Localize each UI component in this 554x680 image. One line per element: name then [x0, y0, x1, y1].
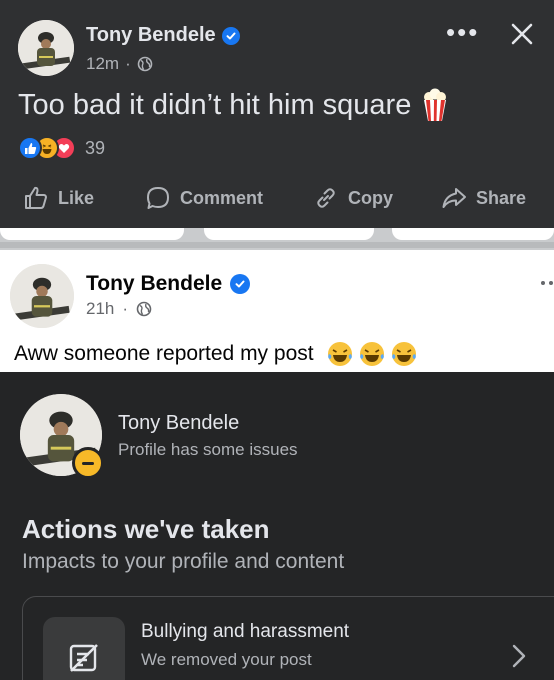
like-label: Like — [58, 187, 95, 208]
meta-separator: · — [122, 299, 129, 318]
globe-icon — [137, 56, 153, 72]
violation-title: Bullying and harassment — [141, 621, 350, 642]
warning-badge-icon — [72, 447, 104, 479]
close-icon[interactable] — [508, 20, 536, 48]
copy-label: Copy — [348, 187, 393, 208]
post-meta: 12m · — [86, 54, 153, 74]
next-card-edge — [0, 228, 184, 240]
post-time[interactable]: 12m — [86, 54, 119, 74]
meta-separator: · — [125, 54, 131, 73]
profile-status: Profile has some issues — [118, 440, 298, 459]
post-text: Aww someone reported my post — [14, 340, 418, 368]
comment-button[interactable]: Comment — [144, 178, 263, 218]
post-text-content: Too bad it didn’t hit him square — [18, 88, 412, 121]
author-name[interactable]: Tony Bendele — [86, 24, 240, 47]
verified-badge-icon — [230, 274, 251, 294]
avatar[interactable] — [10, 264, 74, 328]
thumbs-up-icon — [25, 186, 47, 209]
comment-label: Comment — [180, 187, 264, 208]
share-button[interactable]: Share — [440, 178, 526, 218]
tears-of-joy-emoji-icon — [327, 342, 352, 366]
avatar[interactable] — [18, 20, 74, 76]
screenshot-collage: Tony Bendele 12m · ••• Too bad it didn’t… — [0, 0, 554, 680]
chevron-right-icon[interactable] — [509, 641, 529, 671]
comment-bubble-icon — [147, 187, 169, 209]
next-card-edge — [392, 228, 554, 240]
violation-item[interactable]: Bullying and harassment We removed your … — [22, 596, 554, 680]
removed-post-icon — [43, 617, 125, 680]
more-options-icon[interactable] — [540, 266, 554, 292]
post-action-bar: Like Comment Copy Share — [0, 178, 554, 218]
divider-bar — [0, 242, 554, 248]
post-text-content: Aww someone reported my post — [14, 342, 314, 365]
reaction-count[interactable]: 39 — [85, 138, 105, 159]
globe-icon — [136, 301, 152, 317]
link-icon — [317, 188, 335, 208]
reaction-summary[interactable]: 39 — [18, 136, 105, 160]
like-reaction-icon — [18, 136, 42, 160]
post-time[interactable]: 21h — [86, 299, 114, 319]
firefighter-avatar-image — [10, 264, 74, 328]
section-subheading: Impacts to your profile and content — [22, 550, 345, 573]
post-text: Too bad it didn’t hit him square — [18, 88, 449, 122]
verified-badge-icon — [221, 26, 240, 45]
author-name-text[interactable]: Tony Bendele — [86, 272, 222, 296]
tears-of-joy-emoji-icon — [359, 342, 384, 366]
account-status-panel: Tony Bendele Profile has some issues Act… — [0, 372, 554, 680]
author-name[interactable]: Tony Bendele — [86, 272, 251, 296]
like-button[interactable]: Like — [22, 178, 94, 218]
next-card-edge — [204, 228, 374, 240]
copy-button[interactable]: Copy — [312, 178, 393, 218]
divider-strip — [0, 228, 554, 250]
more-options-icon[interactable]: ••• — [446, 19, 479, 45]
profile-name: Tony Bendele — [118, 412, 240, 434]
post-card-dark: Tony Bendele 12m · ••• Too bad it didn’t… — [0, 0, 554, 228]
firefighter-avatar-image — [18, 20, 74, 76]
author-name-text[interactable]: Tony Bendele — [86, 24, 216, 47]
post-card-light: Tony Bendele 21h · Aww someone reported … — [0, 250, 554, 372]
tears-of-joy-emoji-icon — [391, 342, 416, 366]
share-label: Share — [476, 187, 527, 208]
post-meta: 21h · — [86, 299, 152, 319]
section-heading: Actions we've taken — [22, 514, 270, 544]
popcorn-emoji-icon — [424, 88, 447, 121]
violation-description: We removed your post — [141, 650, 312, 669]
share-arrow-icon — [442, 188, 466, 208]
